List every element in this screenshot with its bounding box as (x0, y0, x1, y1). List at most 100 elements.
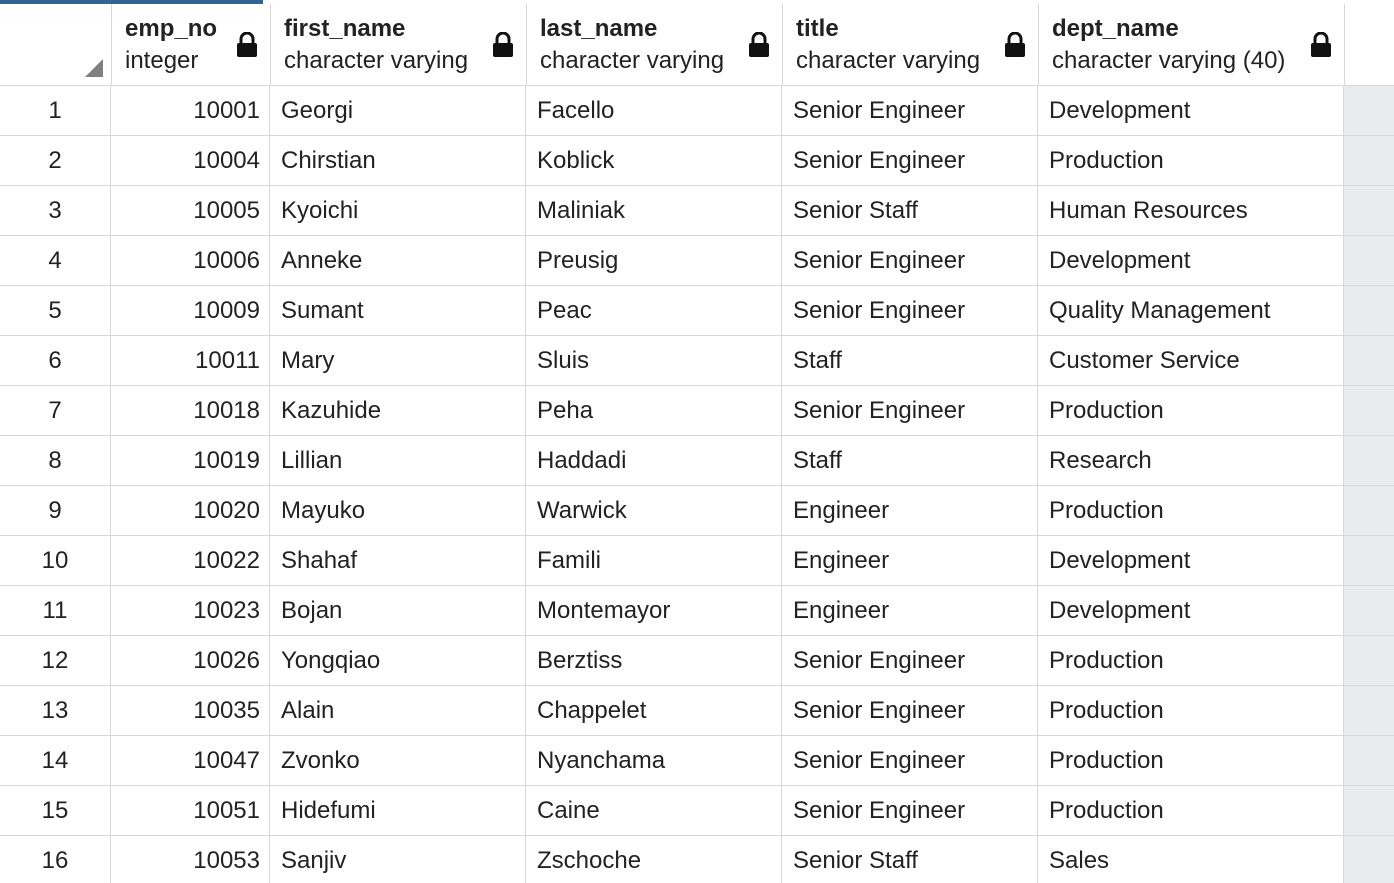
table-row[interactable]: 5 10009 Sumant Peac Senior Engineer Quality M… (0, 286, 1394, 336)
row-number[interactable]: 6 (0, 336, 111, 385)
cell-emp-no[interactable]: 10006 (111, 236, 270, 285)
cell-last-name[interactable]: Caine (526, 786, 782, 835)
cell-emp-no[interactable]: 10001 (111, 86, 270, 135)
cell-first-name[interactable]: Anneke (270, 236, 526, 285)
cell-last-name[interactable]: Famili (526, 536, 782, 585)
cell-last-name[interactable]: Peac (526, 286, 782, 335)
cell-title[interactable]: Engineer (782, 536, 1038, 585)
cell-dept-name[interactable]: Production (1038, 736, 1344, 785)
row-number[interactable]: 10 (0, 536, 111, 585)
cell-first-name[interactable]: Sanjiv (270, 836, 526, 883)
table-row[interactable]: 13 10035 Alain Chappelet Senior Engineer Prod… (0, 686, 1394, 736)
cell-dept-name[interactable]: Research (1038, 436, 1344, 485)
cell-first-name[interactable]: Alain (270, 686, 526, 735)
cell-emp-no[interactable]: 10011 (111, 336, 270, 385)
cell-last-name[interactable]: Sluis (526, 336, 782, 385)
table-row[interactable]: 4 10006 Anneke Preusig Senior Engineer Develo… (0, 236, 1394, 286)
column-header-title[interactable]: title character varying (783, 4, 1039, 85)
cell-dept-name[interactable]: Development (1038, 236, 1344, 285)
column-header-emp-no[interactable]: emp_no integer (112, 4, 271, 85)
cell-title[interactable]: Senior Engineer (782, 636, 1038, 685)
cell-title[interactable]: Senior Engineer (782, 386, 1038, 435)
cell-first-name[interactable]: Sumant (270, 286, 526, 335)
cell-emp-no[interactable]: 10035 (111, 686, 270, 735)
cell-dept-name[interactable]: Production (1038, 386, 1344, 435)
cell-title[interactable]: Senior Staff (782, 836, 1038, 883)
cell-dept-name[interactable]: Development (1038, 86, 1344, 135)
cell-first-name[interactable]: Zvonko (270, 736, 526, 785)
cell-emp-no[interactable]: 10019 (111, 436, 270, 485)
table-row[interactable]: 1 10001 Georgi Facello Senior Engineer Develo… (0, 86, 1394, 136)
table-row[interactable]: 15 10051 Hidefumi Caine Senior Engineer Produ… (0, 786, 1394, 836)
cell-dept-name[interactable]: Production (1038, 636, 1344, 685)
table-row[interactable]: 12 10026 Yongqiao Berztiss Senior Engineer Pr… (0, 636, 1394, 686)
cell-first-name[interactable]: Mary (270, 336, 526, 385)
cell-emp-no[interactable]: 10023 (111, 586, 270, 635)
row-number[interactable]: 13 (0, 686, 111, 735)
cell-title[interactable]: Senior Engineer (782, 686, 1038, 735)
cell-dept-name[interactable]: Production (1038, 136, 1344, 185)
cell-emp-no[interactable]: 10009 (111, 286, 270, 335)
cell-dept-name[interactable]: Development (1038, 586, 1344, 635)
cell-first-name[interactable]: Lillian (270, 436, 526, 485)
table-row[interactable]: 11 10023 Bojan Montemayor Engineer Developmen… (0, 586, 1394, 636)
cell-dept-name[interactable]: Sales (1038, 836, 1344, 883)
table-row[interactable]: 16 10053 Sanjiv Zschoche Senior Staff Sales (0, 836, 1394, 883)
cell-first-name[interactable]: Bojan (270, 586, 526, 635)
cell-emp-no[interactable]: 10018 (111, 386, 270, 435)
row-number[interactable]: 4 (0, 236, 111, 285)
cell-title[interactable]: Engineer (782, 586, 1038, 635)
cell-dept-name[interactable]: Production (1038, 486, 1344, 535)
table-row[interactable]: 7 10018 Kazuhide Peha Senior Engineer Product… (0, 386, 1394, 436)
cell-title[interactable]: Staff (782, 436, 1038, 485)
cell-emp-no[interactable]: 10026 (111, 636, 270, 685)
table-row[interactable]: 8 10019 Lillian Haddadi Staff Research (0, 436, 1394, 486)
table-row[interactable]: 2 10004 Chirstian Koblick Senior Engineer Pro… (0, 136, 1394, 186)
column-header-first-name[interactable]: first_name character varying (271, 4, 527, 85)
cell-dept-name[interactable]: Human Resources (1038, 186, 1344, 235)
cell-last-name[interactable]: Haddadi (526, 436, 782, 485)
row-number[interactable]: 16 (0, 836, 111, 883)
cell-title[interactable]: Staff (782, 336, 1038, 385)
table-row[interactable]: 9 10020 Mayuko Warwick Engineer Production (0, 486, 1394, 536)
cell-first-name[interactable]: Kazuhide (270, 386, 526, 435)
cell-first-name[interactable]: Shahaf (270, 536, 526, 585)
row-number[interactable]: 12 (0, 636, 111, 685)
cell-last-name[interactable]: Peha (526, 386, 782, 435)
cell-last-name[interactable]: Berztiss (526, 636, 782, 685)
column-header-last-name[interactable]: last_name character varying (527, 4, 783, 85)
select-all-corner[interactable] (0, 4, 112, 85)
cell-dept-name[interactable]: Development (1038, 536, 1344, 585)
cell-last-name[interactable]: Nyanchama (526, 736, 782, 785)
cell-last-name[interactable]: Preusig (526, 236, 782, 285)
cell-title[interactable]: Senior Engineer (782, 286, 1038, 335)
cell-last-name[interactable]: Koblick (526, 136, 782, 185)
row-number[interactable]: 3 (0, 186, 111, 235)
row-number[interactable]: 14 (0, 736, 111, 785)
cell-emp-no[interactable]: 10051 (111, 786, 270, 835)
cell-last-name[interactable]: Warwick (526, 486, 782, 535)
cell-last-name[interactable]: Montemayor (526, 586, 782, 635)
cell-first-name[interactable]: Chirstian (270, 136, 526, 185)
cell-dept-name[interactable]: Production (1038, 786, 1344, 835)
cell-dept-name[interactable]: Quality Management (1038, 286, 1344, 335)
cell-title[interactable]: Senior Staff (782, 186, 1038, 235)
cell-last-name[interactable]: Zschoche (526, 836, 782, 883)
cell-dept-name[interactable]: Customer Service (1038, 336, 1344, 385)
cell-emp-no[interactable]: 10020 (111, 486, 270, 535)
row-number[interactable]: 9 (0, 486, 111, 535)
cell-title[interactable]: Engineer (782, 486, 1038, 535)
row-number[interactable]: 11 (0, 586, 111, 635)
column-header-dept-name[interactable]: dept_name character varying (40) (1039, 4, 1345, 85)
cell-first-name[interactable]: Georgi (270, 86, 526, 135)
cell-emp-no[interactable]: 10005 (111, 186, 270, 235)
row-number[interactable]: 7 (0, 386, 111, 435)
cell-title[interactable]: Senior Engineer (782, 86, 1038, 135)
row-number[interactable]: 1 (0, 86, 111, 135)
cell-emp-no[interactable]: 10053 (111, 836, 270, 883)
cell-first-name[interactable]: Yongqiao (270, 636, 526, 685)
cell-dept-name[interactable]: Production (1038, 686, 1344, 735)
row-number[interactable]: 5 (0, 286, 111, 335)
cell-title[interactable]: Senior Engineer (782, 236, 1038, 285)
row-number[interactable]: 8 (0, 436, 111, 485)
